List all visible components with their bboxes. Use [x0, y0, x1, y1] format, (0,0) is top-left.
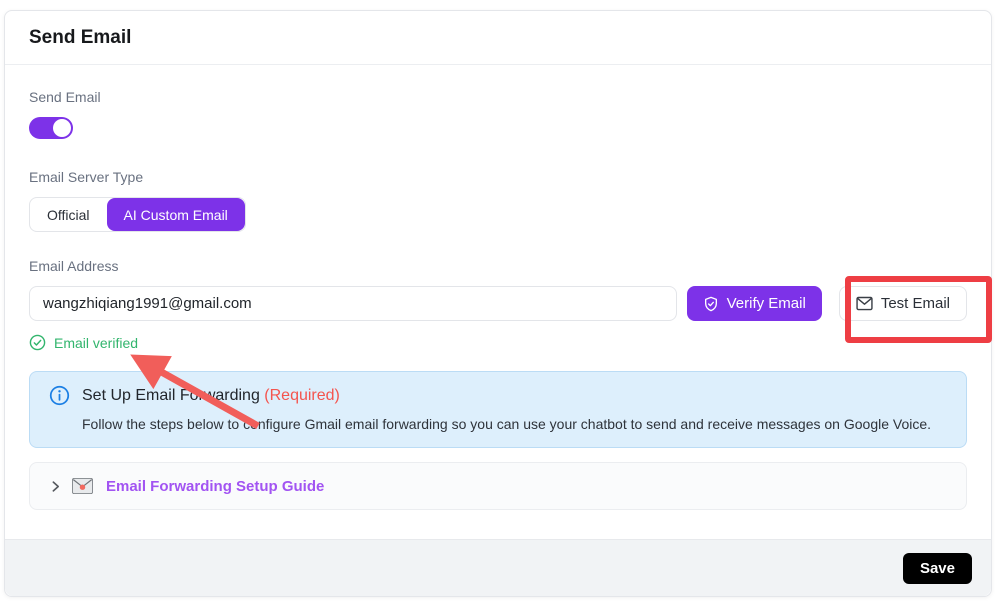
save-button[interactable]: Save	[903, 553, 972, 584]
email-emoji-icon	[72, 478, 93, 494]
envelope-icon	[856, 296, 873, 311]
panel-header: Send Email	[5, 11, 991, 65]
send-email-toggle-label: Send Email	[29, 89, 967, 105]
email-forwarding-guide-expander[interactable]: Email Forwarding Setup Guide	[29, 462, 967, 510]
segment-official[interactable]: Official	[30, 198, 107, 231]
server-type-segmented-control: Official AI Custom Email	[29, 197, 246, 232]
verify-email-label: Verify Email	[727, 295, 806, 312]
email-address-input[interactable]	[29, 286, 677, 321]
info-title-text: Set Up Email Forwarding	[82, 387, 260, 404]
send-email-toggle[interactable]	[29, 117, 73, 139]
page-title: Send Email	[29, 27, 131, 49]
server-type-label: Email Server Type	[29, 169, 967, 185]
toggle-knob	[53, 119, 71, 137]
send-email-panel: Send Email Send Email Email Server Type …	[4, 10, 992, 597]
test-email-button[interactable]: Test Email	[839, 286, 967, 321]
info-title: Set Up Email Forwarding (Required)	[82, 387, 340, 405]
guide-title: Email Forwarding Setup Guide	[106, 478, 324, 495]
verify-email-button[interactable]: Verify Email	[687, 286, 822, 321]
panel-footer: Save	[5, 539, 991, 596]
info-icon	[49, 385, 70, 406]
info-title-row: Set Up Email Forwarding (Required)	[49, 385, 947, 406]
email-row: Verify Email Test Email	[29, 286, 967, 321]
shield-check-icon	[703, 296, 719, 312]
test-email-label: Test Email	[881, 295, 950, 312]
info-body-text: Follow the steps below to configure Gmai…	[49, 416, 947, 432]
email-verified-text: Email verified	[54, 335, 138, 351]
info-required-tag: (Required)	[264, 387, 340, 404]
email-verified-status: Email verified	[29, 334, 967, 351]
email-address-label: Email Address	[29, 258, 967, 274]
email-forwarding-info-box: Set Up Email Forwarding (Required) Follo…	[29, 371, 967, 448]
panel-body: Send Email Email Server Type Official AI…	[5, 65, 991, 539]
check-circle-icon	[29, 334, 46, 351]
chevron-right-icon[interactable]	[49, 480, 62, 493]
segment-ai-custom-email[interactable]: AI Custom Email	[107, 198, 245, 231]
